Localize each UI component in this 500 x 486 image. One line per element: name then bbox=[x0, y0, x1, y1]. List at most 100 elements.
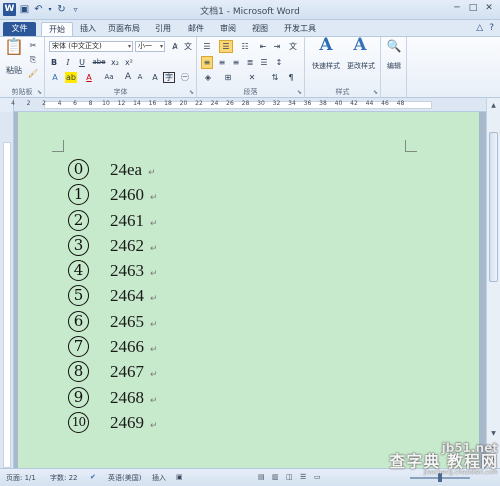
scroll-up-icon[interactable]: ▲ bbox=[488, 100, 499, 112]
minimize-ribbon-icon[interactable]: △ bbox=[476, 23, 483, 33]
bold-button[interactable]: B bbox=[49, 57, 59, 68]
align-right-icon[interactable]: ≡ bbox=[230, 57, 242, 68]
draft-icon[interactable]: ▭ bbox=[314, 473, 321, 481]
insert-mode[interactable]: 插入 bbox=[152, 473, 166, 483]
scroll-thumb[interactable] bbox=[489, 132, 498, 282]
borders-icon[interactable]: ⊞ bbox=[221, 72, 235, 83]
document-page[interactable]: 0 24ea ↵ 1 2460 ↵ 2 2461 ↵ 3 2462 ↵ 4 2463 ↵ 5 2464 ↵ 6 246… bbox=[18, 112, 479, 468]
increase-indent-icon[interactable]: ⇥ bbox=[271, 41, 283, 52]
sort-icon[interactable]: ⇅ bbox=[269, 72, 281, 83]
tab-review[interactable]: 审阅 bbox=[220, 22, 236, 36]
page-count[interactable]: 页面: 1/1 bbox=[6, 473, 36, 483]
zoom-slider[interactable] bbox=[410, 473, 470, 482]
font-group: 宋体 (中文正文) ▾ 小一 ▾ A̷ 文 B I U abe x₂ x² A … bbox=[45, 37, 197, 98]
grow-font-button[interactable]: A bbox=[123, 72, 133, 83]
word-count[interactable]: 字数: 22 bbox=[50, 473, 78, 483]
sort-chinese-icon[interactable]: ✕ bbox=[245, 72, 259, 83]
vertical-ruler[interactable] bbox=[0, 112, 14, 468]
tab-mailings[interactable]: 邮件 bbox=[188, 22, 204, 36]
subscript-button[interactable]: x₂ bbox=[109, 57, 121, 68]
tab-home[interactable]: 开始 bbox=[41, 22, 73, 36]
font-size-combo[interactable]: 小一 ▾ bbox=[135, 41, 165, 52]
paragraph-launcher-icon[interactable]: ⬊ bbox=[297, 89, 302, 96]
distributed-icon[interactable]: ☰ bbox=[258, 57, 270, 68]
help-icon[interactable]: ? bbox=[489, 23, 494, 33]
ruler-number: 18 bbox=[164, 100, 172, 107]
chevron-down-icon: ▾ bbox=[159, 43, 163, 50]
maximize-button[interactable]: □ bbox=[466, 2, 480, 15]
numbering-icon[interactable]: ☰ bbox=[219, 40, 233, 53]
watermark-line2: 查字典 教程网 bbox=[389, 452, 498, 471]
ruler-number: 46 bbox=[381, 100, 389, 107]
tab-developer[interactable]: 开发工具 bbox=[284, 22, 316, 36]
quick-styles-icon[interactable]: A bbox=[315, 37, 337, 54]
font-color-icon[interactable]: A bbox=[83, 72, 95, 83]
paste-button[interactable]: 粘贴 bbox=[3, 65, 25, 76]
ruler-number: 44 bbox=[365, 100, 374, 107]
enclosed-number: 4 bbox=[68, 260, 89, 282]
character-border-icon[interactable]: 字 bbox=[163, 72, 175, 83]
outline-icon[interactable]: ☰ bbox=[300, 473, 306, 481]
tab-file[interactable]: 文件 bbox=[3, 22, 36, 36]
shading-icon[interactable]: ◈ bbox=[201, 72, 215, 83]
web-layout-icon[interactable]: ◫ bbox=[286, 473, 293, 481]
chinese-layout-icon[interactable]: 文 bbox=[287, 41, 299, 52]
full-screen-reading-icon[interactable]: ▥ bbox=[272, 473, 279, 481]
close-button[interactable]: ✕ bbox=[482, 2, 496, 15]
ruler-number: 28 bbox=[241, 100, 250, 107]
font-name-combo[interactable]: 宋体 (中文正文) ▾ bbox=[49, 41, 133, 52]
copy-icon[interactable]: ⎘ bbox=[27, 54, 39, 65]
superscript-button[interactable]: x² bbox=[123, 57, 135, 68]
language[interactable]: 英语(美国) bbox=[108, 473, 141, 483]
tab-insert[interactable]: 插入 bbox=[80, 22, 96, 36]
unicode-code-text: 2461 bbox=[110, 210, 144, 230]
text-effects-icon[interactable]: A bbox=[49, 72, 61, 83]
change-styles-button[interactable]: 更改样式 bbox=[343, 61, 379, 72]
italic-button[interactable]: I bbox=[63, 57, 73, 68]
editing-button[interactable]: 编辑 bbox=[383, 61, 405, 72]
tab-page-layout[interactable]: 页面布局 bbox=[108, 22, 140, 36]
unicode-code-text: 24ea bbox=[110, 160, 143, 179]
ruler-number: 40 bbox=[334, 100, 343, 107]
proofing-icon[interactable]: ✔ bbox=[90, 473, 96, 481]
cut-icon[interactable]: ✂ bbox=[27, 40, 39, 51]
quick-styles-button[interactable]: 快速样式 bbox=[308, 61, 344, 72]
line-spacing-icon[interactable]: ↕ bbox=[273, 57, 285, 68]
bullets-icon[interactable]: ☰ bbox=[201, 41, 213, 52]
scroll-down-icon[interactable]: ▼ bbox=[488, 428, 499, 440]
show-marks-icon[interactable]: ¶ bbox=[285, 72, 297, 83]
change-styles-icon[interactable]: A bbox=[349, 37, 371, 54]
phonetic-guide-icon[interactable]: 文 bbox=[182, 41, 194, 52]
align-left-icon[interactable]: ≡ bbox=[201, 56, 213, 69]
justify-icon[interactable]: ≣ bbox=[244, 57, 256, 68]
format-painter-icon[interactable]: 🖌 bbox=[27, 68, 39, 79]
macro-recording-icon[interactable]: ▣ bbox=[176, 473, 183, 481]
clear-format-icon[interactable]: A̷ bbox=[169, 41, 181, 52]
font-launcher-icon[interactable]: ⬊ bbox=[189, 89, 194, 96]
paste-icon[interactable]: 📋 bbox=[4, 39, 24, 65]
unicode-code: 2466 ↵ bbox=[110, 337, 158, 357]
character-shading-icon[interactable]: A bbox=[149, 72, 161, 83]
unicode-code-text: 2462 bbox=[110, 235, 144, 255]
tab-references[interactable]: 引用 bbox=[155, 22, 171, 36]
vertical-scrollbar[interactable]: ▲ ▼ ⏶ ⏷ bbox=[486, 98, 500, 468]
styles-launcher-icon[interactable]: ⬊ bbox=[373, 89, 378, 96]
print-layout-icon[interactable]: ▤ bbox=[258, 473, 265, 481]
paragraph-mark: ↵ bbox=[150, 419, 158, 430]
unicode-code-text: 2460 bbox=[110, 185, 144, 205]
shrink-font-button[interactable]: A bbox=[135, 72, 145, 83]
clipboard-launcher-icon[interactable]: ⬊ bbox=[37, 89, 42, 96]
tab-view[interactable]: 视图 bbox=[252, 22, 268, 36]
strikethrough-button[interactable]: abe bbox=[91, 57, 107, 68]
align-center-icon[interactable]: ≡ bbox=[216, 57, 228, 68]
decrease-indent-icon[interactable]: ⇤ bbox=[257, 41, 269, 52]
find-icon[interactable]: 🔍 bbox=[385, 40, 403, 52]
highlight-icon[interactable]: ab bbox=[65, 72, 77, 83]
minimize-button[interactable]: ─ bbox=[450, 2, 464, 15]
change-case-button[interactable]: Aa bbox=[101, 72, 117, 83]
paragraph-mark: ↵ bbox=[150, 369, 158, 380]
multilevel-list-icon[interactable]: ☷ bbox=[239, 41, 251, 52]
enclose-characters-icon[interactable]: ㊀ bbox=[179, 72, 191, 83]
underline-button[interactable]: U bbox=[77, 57, 87, 68]
horizontal-ruler[interactable]: 4 2 2 4 6 8 10 12 14 16 18 20 22 24 26 28 30 32 34 36 38 40 42… bbox=[11, 98, 486, 112]
